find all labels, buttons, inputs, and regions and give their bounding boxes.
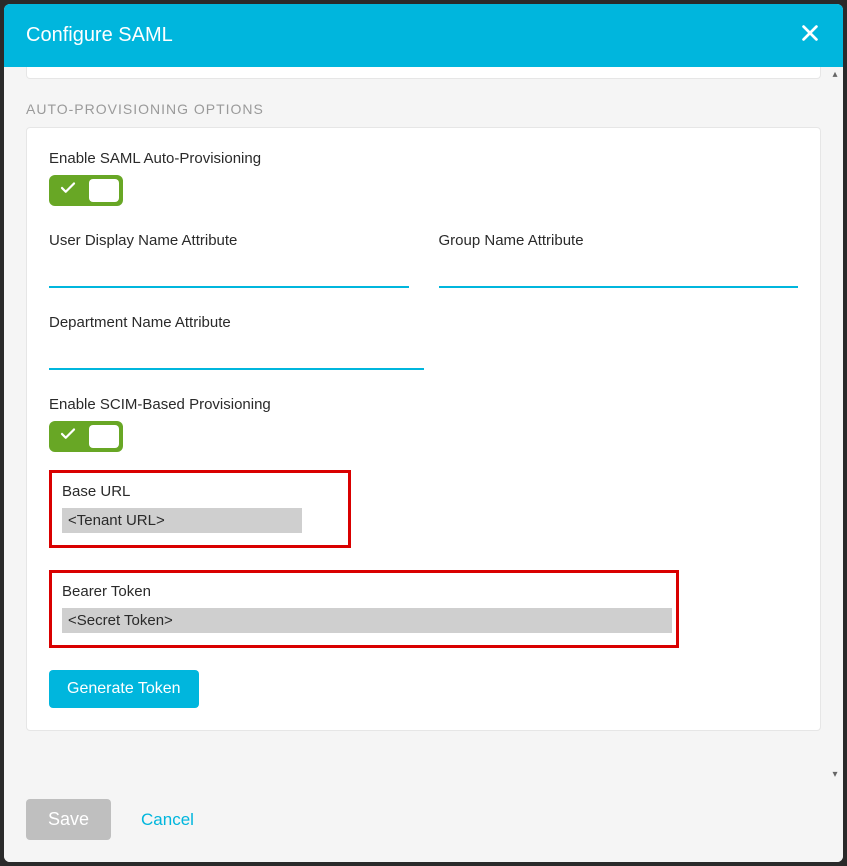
modal-body-scroll[interactable]: ▴ ▾ AUTO-PROVISIONING OPTIONS Enable SAM… [4, 67, 843, 781]
toggle-knob [89, 179, 119, 202]
bearer-token-label: Bearer Token [62, 583, 666, 600]
enable-scim-block: Enable SCIM-Based Provisioning [49, 396, 798, 452]
group-name-field: Group Name Attribute [439, 232, 799, 288]
group-name-input[interactable] [439, 257, 799, 288]
dept-name-input[interactable] [49, 339, 424, 370]
check-icon [59, 425, 77, 448]
modal-title: Configure SAML [26, 24, 173, 47]
enable-saml-toggle[interactable] [49, 175, 123, 206]
previous-card-edge [26, 67, 821, 79]
modal-footer: Save Cancel [4, 781, 843, 862]
toggle-knob [89, 425, 119, 448]
user-display-label: User Display Name Attribute [49, 232, 409, 249]
scroll-up-icon[interactable]: ▴ [829, 69, 841, 79]
base-url-input[interactable] [62, 508, 302, 533]
section-title: AUTO-PROVISIONING OPTIONS [26, 101, 821, 117]
bearer-token-highlight: Bearer Token [49, 570, 679, 648]
close-icon[interactable] [799, 22, 821, 49]
bearer-token-input[interactable] [62, 608, 672, 633]
enable-saml-label: Enable SAML Auto-Provisioning [49, 150, 798, 167]
user-display-field: User Display Name Attribute [49, 232, 409, 288]
user-display-input[interactable] [49, 257, 409, 288]
base-url-label: Base URL [62, 483, 338, 500]
check-icon [59, 179, 77, 202]
modal-content: AUTO-PROVISIONING OPTIONS Enable SAML Au… [4, 67, 843, 755]
dept-name-label: Department Name Attribute [49, 314, 424, 331]
modal-header: Configure SAML [4, 4, 843, 67]
cancel-button[interactable]: Cancel [141, 810, 194, 830]
scroll-down-icon[interactable]: ▾ [829, 769, 841, 779]
group-name-label: Group Name Attribute [439, 232, 799, 249]
enable-scim-label: Enable SCIM-Based Provisioning [49, 396, 798, 413]
save-button[interactable]: Save [26, 799, 111, 840]
auto-provisioning-card: Enable SAML Auto-Provisioning User Displ… [26, 127, 821, 731]
dept-name-field: Department Name Attribute [49, 314, 424, 370]
generate-token-button[interactable]: Generate Token [49, 670, 199, 708]
configure-saml-modal: Configure SAML ▴ ▾ AUTO-PROVISIONING OPT… [4, 4, 843, 862]
base-url-highlight: Base URL [49, 470, 351, 548]
enable-scim-toggle[interactable] [49, 421, 123, 452]
enable-saml-block: Enable SAML Auto-Provisioning [49, 150, 798, 206]
